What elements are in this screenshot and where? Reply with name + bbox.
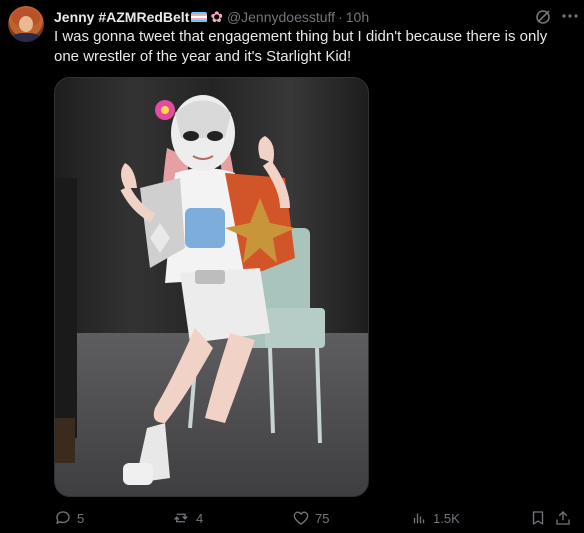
retweet-button[interactable]: 4 <box>173 508 203 528</box>
bookmark-icon <box>532 511 544 525</box>
tweet-header: Jenny #AZMRedBelt ✿ @Jennydoesstuff · 10… <box>54 7 369 27</box>
tweet-text: I was gonna tweet that engagement thing … <box>54 28 548 65</box>
timestamp[interactable]: 10h <box>346 8 369 26</box>
heart-icon <box>293 511 309 525</box>
more-icon[interactable] <box>560 6 580 26</box>
bookmark-button[interactable] <box>529 508 547 528</box>
avatar[interactable] <box>8 6 44 42</box>
action-bar: 5 4 75 1.5K <box>54 508 574 528</box>
grok-icon[interactable] <box>535 9 551 25</box>
reply-icon <box>56 511 70 524</box>
views-count: 1.5K <box>433 510 460 526</box>
retweet-count: 4 <box>196 510 204 526</box>
views-button[interactable]: 1.5K <box>410 508 460 528</box>
display-name[interactable]: Jenny #AZMRedBelt <box>54 8 189 26</box>
like-button[interactable]: 75 <box>292 508 329 528</box>
reply-button[interactable]: 5 <box>54 508 84 528</box>
reply-count: 5 <box>77 510 85 526</box>
like-count: 75 <box>315 510 330 526</box>
views-icon <box>413 513 425 524</box>
share-icon <box>556 511 570 525</box>
separator-dot: · <box>338 9 343 25</box>
flower-icon: ✿ <box>210 8 223 26</box>
share-button[interactable] <box>554 508 572 528</box>
flag-icon <box>191 11 208 23</box>
tweet-photo[interactable] <box>54 77 369 497</box>
retweet-icon <box>174 513 188 523</box>
wrestler-photo-image <box>55 78 368 496</box>
tweet[interactable]: Jenny #AZMRedBelt ✿ @Jennydoesstuff · 10… <box>0 0 584 533</box>
user-handle[interactable]: @Jennydoesstuff <box>227 8 335 26</box>
